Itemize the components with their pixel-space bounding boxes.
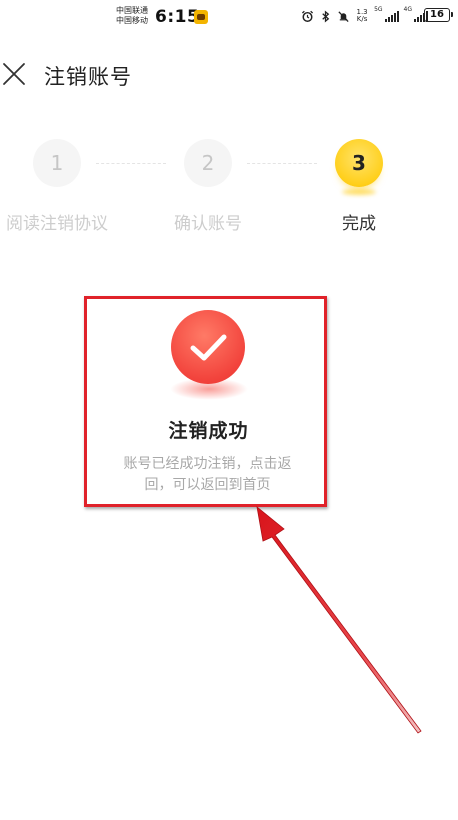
network-type-2: 4G [403, 6, 412, 13]
bluetooth-icon [322, 9, 330, 23]
step-3-label: 完成 [342, 214, 376, 234]
carrier-1: 中国联通 [116, 6, 148, 15]
annotation-arrow-icon [256, 506, 422, 734]
success-description: 账号已经成功注销，点击返回，可以返回到首页 [123, 456, 292, 493]
check-icon [190, 334, 227, 361]
status-bar: 中国联通 中国移动 6:15 1.3 K/s 5G 4G 16 [0, 0, 458, 34]
page-header: 注销账号 [0, 50, 458, 100]
battery-icon: 16 [424, 8, 453, 22]
network-type-1: 5G [374, 6, 383, 13]
mute-icon [338, 10, 349, 22]
page-title: 注销账号 [44, 65, 132, 89]
close-icon[interactable] [2, 62, 26, 86]
success-title: 注销成功 [168, 420, 249, 442]
step-3-circle: 3 [335, 139, 383, 187]
step-3-glow [342, 189, 376, 195]
success-badge [171, 310, 245, 384]
carrier-info: 中国联通 中国移动 [116, 6, 148, 26]
status-time: 6:15 [155, 7, 200, 27]
network-speed: 1.3 K/s [355, 9, 369, 23]
speed-unit: K/s [356, 15, 368, 23]
step-connector [96, 163, 166, 164]
signal-icon [384, 10, 399, 22]
app-notification-icon [194, 10, 208, 24]
step-connector [247, 163, 317, 164]
alarm-icon [302, 10, 314, 22]
step-1-circle: 1 [33, 139, 81, 187]
step-2-circle: 2 [184, 139, 232, 187]
carrier-2: 中国移动 [116, 16, 148, 25]
step-1-label: 阅读注销协议 [6, 214, 108, 234]
step-2-label: 确认账号 [174, 214, 242, 234]
system-icons: 1.3 K/s 5G 4G [301, 7, 428, 25]
